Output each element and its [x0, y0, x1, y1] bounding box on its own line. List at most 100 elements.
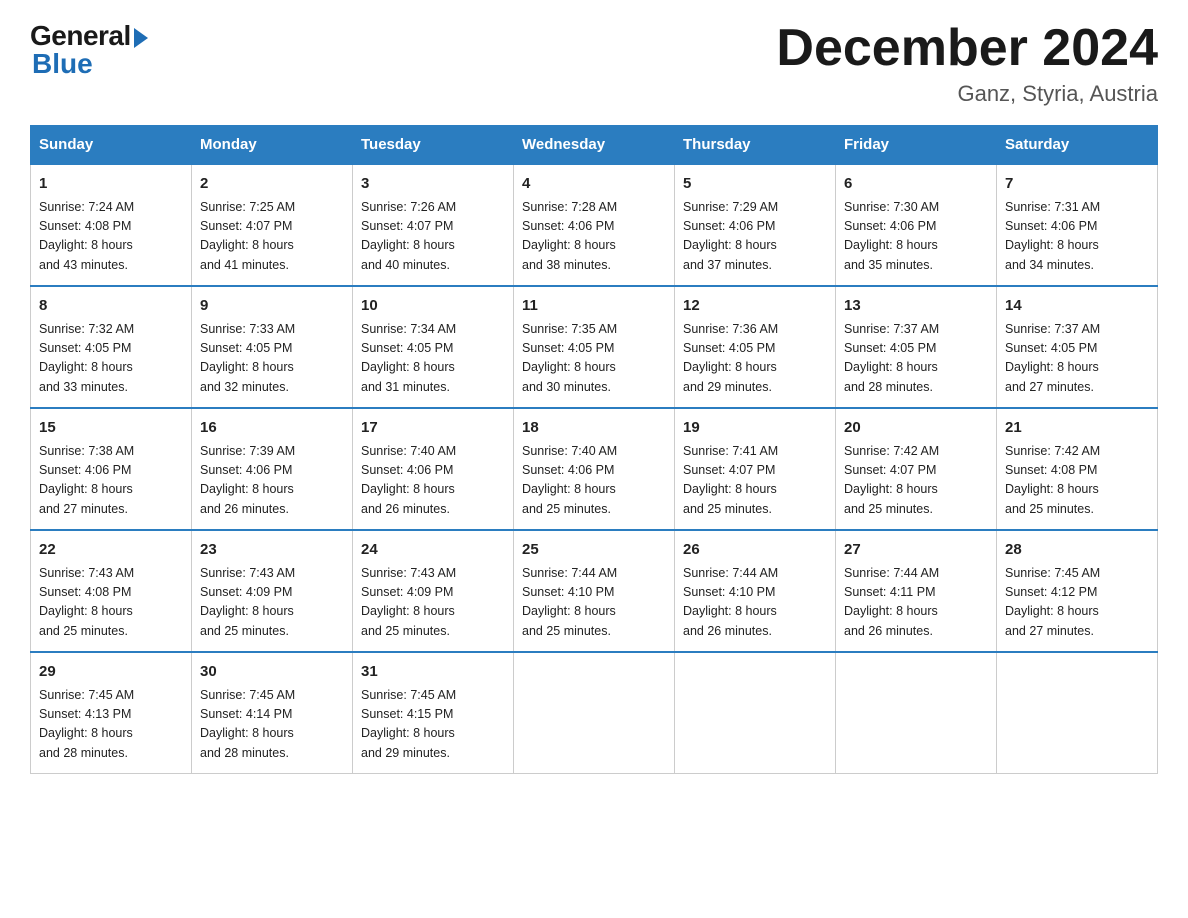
day-number: 28	[1005, 539, 1149, 562]
page-header: General Blue December 2024 Ganz, Styria,…	[30, 20, 1158, 107]
calendar-cell: 8 Sunrise: 7:32 AMSunset: 4:05 PMDayligh…	[31, 286, 192, 408]
day-info: Sunrise: 7:30 AMSunset: 4:06 PMDaylight:…	[844, 198, 988, 276]
calendar-cell: 16 Sunrise: 7:39 AMSunset: 4:06 PMDaylig…	[192, 408, 353, 530]
calendar-cell: 20 Sunrise: 7:42 AMSunset: 4:07 PMDaylig…	[836, 408, 997, 530]
calendar-cell: 30 Sunrise: 7:45 AMSunset: 4:14 PMDaylig…	[192, 652, 353, 774]
day-number: 9	[200, 295, 344, 318]
calendar-cell: 26 Sunrise: 7:44 AMSunset: 4:10 PMDaylig…	[675, 530, 836, 652]
day-number: 1	[39, 173, 183, 196]
day-number: 15	[39, 417, 183, 440]
day-number: 25	[522, 539, 666, 562]
calendar-cell: 3 Sunrise: 7:26 AMSunset: 4:07 PMDayligh…	[353, 164, 514, 286]
day-number: 5	[683, 173, 827, 196]
day-number: 14	[1005, 295, 1149, 318]
day-info: Sunrise: 7:40 AMSunset: 4:06 PMDaylight:…	[522, 442, 666, 520]
day-number: 6	[844, 173, 988, 196]
day-info: Sunrise: 7:45 AMSunset: 4:13 PMDaylight:…	[39, 686, 183, 764]
day-info: Sunrise: 7:33 AMSunset: 4:05 PMDaylight:…	[200, 320, 344, 398]
calendar-cell: 13 Sunrise: 7:37 AMSunset: 4:05 PMDaylig…	[836, 286, 997, 408]
day-number: 20	[844, 417, 988, 440]
day-info: Sunrise: 7:36 AMSunset: 4:05 PMDaylight:…	[683, 320, 827, 398]
calendar-cell: 10 Sunrise: 7:34 AMSunset: 4:05 PMDaylig…	[353, 286, 514, 408]
day-info: Sunrise: 7:44 AMSunset: 4:10 PMDaylight:…	[683, 564, 827, 642]
day-info: Sunrise: 7:45 AMSunset: 4:15 PMDaylight:…	[361, 686, 505, 764]
calendar-cell: 11 Sunrise: 7:35 AMSunset: 4:05 PMDaylig…	[514, 286, 675, 408]
day-info: Sunrise: 7:38 AMSunset: 4:06 PMDaylight:…	[39, 442, 183, 520]
day-number: 11	[522, 295, 666, 318]
day-info: Sunrise: 7:26 AMSunset: 4:07 PMDaylight:…	[361, 198, 505, 276]
day-number: 18	[522, 417, 666, 440]
day-info: Sunrise: 7:29 AMSunset: 4:06 PMDaylight:…	[683, 198, 827, 276]
calendar-cell: 9 Sunrise: 7:33 AMSunset: 4:05 PMDayligh…	[192, 286, 353, 408]
calendar-cell: 21 Sunrise: 7:42 AMSunset: 4:08 PMDaylig…	[997, 408, 1158, 530]
day-info: Sunrise: 7:28 AMSunset: 4:06 PMDaylight:…	[522, 198, 666, 276]
day-info: Sunrise: 7:44 AMSunset: 4:10 PMDaylight:…	[522, 564, 666, 642]
calendar-cell: 25 Sunrise: 7:44 AMSunset: 4:10 PMDaylig…	[514, 530, 675, 652]
day-number: 30	[200, 661, 344, 684]
day-info: Sunrise: 7:24 AMSunset: 4:08 PMDaylight:…	[39, 198, 183, 276]
day-info: Sunrise: 7:45 AMSunset: 4:12 PMDaylight:…	[1005, 564, 1149, 642]
day-number: 8	[39, 295, 183, 318]
day-number: 29	[39, 661, 183, 684]
week-row-5: 29 Sunrise: 7:45 AMSunset: 4:13 PMDaylig…	[31, 652, 1158, 774]
calendar-cell: 2 Sunrise: 7:25 AMSunset: 4:07 PMDayligh…	[192, 164, 353, 286]
day-number: 19	[683, 417, 827, 440]
day-number: 17	[361, 417, 505, 440]
calendar-cell: 12 Sunrise: 7:36 AMSunset: 4:05 PMDaylig…	[675, 286, 836, 408]
day-info: Sunrise: 7:34 AMSunset: 4:05 PMDaylight:…	[361, 320, 505, 398]
day-info: Sunrise: 7:32 AMSunset: 4:05 PMDaylight:…	[39, 320, 183, 398]
calendar-cell: 31 Sunrise: 7:45 AMSunset: 4:15 PMDaylig…	[353, 652, 514, 774]
weekday-header-row: SundayMondayTuesdayWednesdayThursdayFrid…	[31, 126, 1158, 165]
calendar-cell: 27 Sunrise: 7:44 AMSunset: 4:11 PMDaylig…	[836, 530, 997, 652]
calendar-cell: 28 Sunrise: 7:45 AMSunset: 4:12 PMDaylig…	[997, 530, 1158, 652]
calendar-cell: 1 Sunrise: 7:24 AMSunset: 4:08 PMDayligh…	[31, 164, 192, 286]
week-row-1: 1 Sunrise: 7:24 AMSunset: 4:08 PMDayligh…	[31, 164, 1158, 286]
calendar-cell	[514, 652, 675, 774]
day-number: 27	[844, 539, 988, 562]
day-info: Sunrise: 7:31 AMSunset: 4:06 PMDaylight:…	[1005, 198, 1149, 276]
calendar-cell: 14 Sunrise: 7:37 AMSunset: 4:05 PMDaylig…	[997, 286, 1158, 408]
week-row-4: 22 Sunrise: 7:43 AMSunset: 4:08 PMDaylig…	[31, 530, 1158, 652]
calendar-cell	[836, 652, 997, 774]
day-number: 12	[683, 295, 827, 318]
calendar-cell: 18 Sunrise: 7:40 AMSunset: 4:06 PMDaylig…	[514, 408, 675, 530]
month-title: December 2024	[776, 20, 1158, 77]
day-number: 23	[200, 539, 344, 562]
calendar-cell: 6 Sunrise: 7:30 AMSunset: 4:06 PMDayligh…	[836, 164, 997, 286]
day-number: 16	[200, 417, 344, 440]
calendar-cell: 24 Sunrise: 7:43 AMSunset: 4:09 PMDaylig…	[353, 530, 514, 652]
day-info: Sunrise: 7:43 AMSunset: 4:09 PMDaylight:…	[361, 564, 505, 642]
calendar-cell: 5 Sunrise: 7:29 AMSunset: 4:06 PMDayligh…	[675, 164, 836, 286]
calendar-cell: 15 Sunrise: 7:38 AMSunset: 4:06 PMDaylig…	[31, 408, 192, 530]
logo-arrow-icon	[134, 28, 148, 48]
day-number: 10	[361, 295, 505, 318]
calendar-cell: 23 Sunrise: 7:43 AMSunset: 4:09 PMDaylig…	[192, 530, 353, 652]
logo: General Blue	[30, 20, 148, 80]
calendar-cell: 7 Sunrise: 7:31 AMSunset: 4:06 PMDayligh…	[997, 164, 1158, 286]
calendar-table: SundayMondayTuesdayWednesdayThursdayFrid…	[30, 125, 1158, 774]
day-info: Sunrise: 7:42 AMSunset: 4:08 PMDaylight:…	[1005, 442, 1149, 520]
day-number: 26	[683, 539, 827, 562]
day-number: 3	[361, 173, 505, 196]
title-section: December 2024 Ganz, Styria, Austria	[776, 20, 1158, 107]
calendar-cell: 22 Sunrise: 7:43 AMSunset: 4:08 PMDaylig…	[31, 530, 192, 652]
day-info: Sunrise: 7:43 AMSunset: 4:08 PMDaylight:…	[39, 564, 183, 642]
day-number: 13	[844, 295, 988, 318]
day-info: Sunrise: 7:35 AMSunset: 4:05 PMDaylight:…	[522, 320, 666, 398]
day-info: Sunrise: 7:40 AMSunset: 4:06 PMDaylight:…	[361, 442, 505, 520]
calendar-cell: 19 Sunrise: 7:41 AMSunset: 4:07 PMDaylig…	[675, 408, 836, 530]
day-info: Sunrise: 7:37 AMSunset: 4:05 PMDaylight:…	[844, 320, 988, 398]
day-info: Sunrise: 7:37 AMSunset: 4:05 PMDaylight:…	[1005, 320, 1149, 398]
weekday-header-sunday: Sunday	[31, 126, 192, 165]
calendar-cell: 17 Sunrise: 7:40 AMSunset: 4:06 PMDaylig…	[353, 408, 514, 530]
day-info: Sunrise: 7:45 AMSunset: 4:14 PMDaylight:…	[200, 686, 344, 764]
week-row-2: 8 Sunrise: 7:32 AMSunset: 4:05 PMDayligh…	[31, 286, 1158, 408]
calendar-cell	[675, 652, 836, 774]
day-info: Sunrise: 7:41 AMSunset: 4:07 PMDaylight:…	[683, 442, 827, 520]
calendar-cell	[997, 652, 1158, 774]
day-number: 24	[361, 539, 505, 562]
calendar-cell: 29 Sunrise: 7:45 AMSunset: 4:13 PMDaylig…	[31, 652, 192, 774]
weekday-header-tuesday: Tuesday	[353, 126, 514, 165]
day-info: Sunrise: 7:43 AMSunset: 4:09 PMDaylight:…	[200, 564, 344, 642]
day-info: Sunrise: 7:39 AMSunset: 4:06 PMDaylight:…	[200, 442, 344, 520]
